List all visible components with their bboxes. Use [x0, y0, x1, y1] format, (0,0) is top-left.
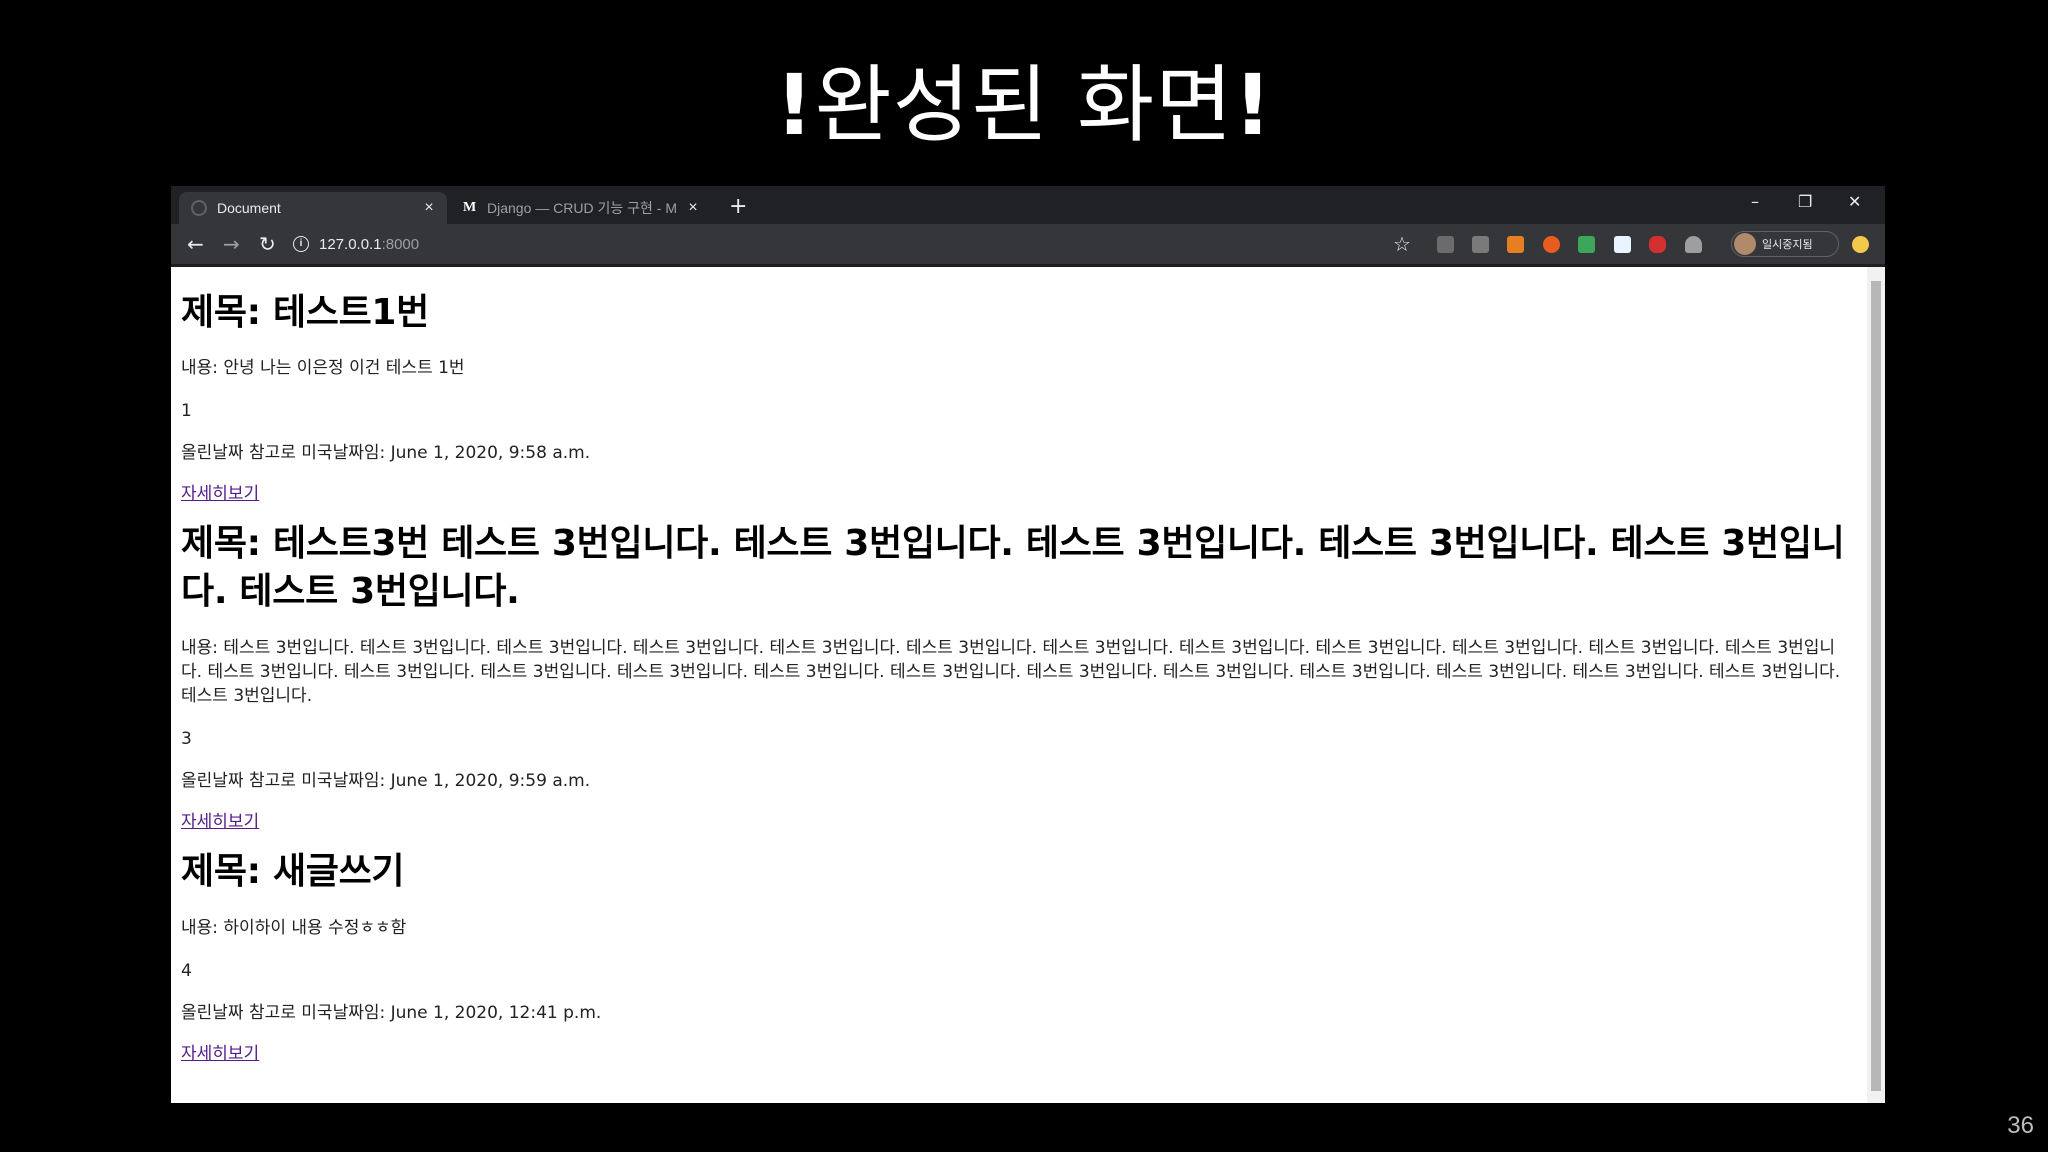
forward-button[interactable]: → [223, 232, 240, 256]
bookmark-star-icon[interactable]: ☆ [1393, 232, 1411, 256]
browser-window: Document × M Django — CRUD 기능 구현 - M × +… [171, 186, 1885, 1103]
tab-label: Document [217, 200, 281, 216]
extension-icon[interactable] [1685, 236, 1702, 253]
post-title: 제목: 테스트3번 테스트 3번입니다. 테스트 3번입니다. 테스트 3번입니… [181, 523, 1845, 612]
extension-icon[interactable] [1472, 236, 1489, 253]
minimize-button[interactable]: – [1751, 192, 1759, 211]
reload-button[interactable]: ↻ [259, 232, 276, 256]
post-title: 제목: 새글쓰기 [181, 851, 405, 892]
detail-link[interactable]: 자세히보기 [181, 482, 259, 506]
slide-page-number: 36 [2007, 1112, 2034, 1139]
tab-bar: Document × M Django — CRUD 기능 구현 - M × +… [171, 186, 1885, 224]
extension-icon[interactable] [1507, 236, 1524, 253]
detail-link[interactable]: 자세히보기 [181, 810, 259, 834]
post-body: 내용: 테스트 3번입니다. 테스트 3번입니다. 테스트 3번입니다. 테스트… [181, 638, 1841, 706]
url-host: 127.0.0.1 [319, 235, 382, 253]
extension-icon[interactable] [1852, 236, 1869, 253]
post-date: 올린날짜 참고로 미국날짜임: June 1, 2020, 9:59 a.m. [181, 771, 591, 791]
back-button[interactable]: ← [187, 232, 204, 256]
page-viewport: 제목: 테스트1번 내용: 안녕 나는 이은정 이건 테스트 1번 1 올린날짜… [171, 264, 1885, 1103]
post-number: 3 [181, 729, 192, 749]
post-list: 제목: 테스트1번 내용: 안녕 나는 이은정 이건 테스트 1번 1 올린날짜… [181, 267, 1845, 1066]
avatar-icon [1734, 233, 1756, 255]
tab-label: Django — CRUD 기능 구현 - M [487, 200, 677, 216]
extension-icon[interactable] [1578, 236, 1595, 253]
tab-django-crud[interactable]: M Django — CRUD 기능 구현 - M × [451, 192, 711, 224]
extension-icon[interactable] [1437, 236, 1454, 253]
post-date: 올린날짜 참고로 미국날짜임: June 1, 2020, 9:58 a.m. [181, 443, 591, 463]
close-icon[interactable]: × [685, 199, 701, 217]
post-title: 제목: 테스트1번 [181, 292, 429, 333]
tab-document[interactable]: Document × [179, 192, 447, 224]
close-icon[interactable]: × [421, 199, 437, 217]
post-body: 내용: 하이하이 내용 수정ㅎㅎ함 [181, 918, 407, 938]
profile-label: 일시중지됨 [1762, 239, 1813, 251]
slide-title: !완성된 화면! [0, 38, 2048, 159]
browser-toolbar: ← → ↻ i 127.0.0.1:8000 ☆ 일시중지됨 [171, 224, 1885, 264]
post-number: 4 [181, 961, 192, 981]
medium-icon: M [463, 200, 477, 215]
detail-link[interactable]: 자세히보기 [181, 1042, 259, 1066]
extension-icon[interactable] [1614, 236, 1631, 253]
close-window-button[interactable]: ✕ [1848, 192, 1861, 211]
slide-title-bang-right: ! [1233, 56, 1273, 154]
post-number: 1 [181, 401, 192, 421]
scrollbar-thumb[interactable] [1871, 281, 1881, 1091]
slide-title-text: 완성된 화면 [814, 56, 1234, 154]
extension-icon[interactable] [1543, 236, 1560, 253]
info-icon[interactable]: i [293, 236, 309, 252]
new-tab-button[interactable]: + [729, 194, 747, 219]
url-port: :8000 [381, 235, 420, 253]
globe-icon [191, 200, 207, 216]
restore-button[interactable]: ❐ [1798, 192, 1812, 211]
extension-icon[interactable] [1649, 236, 1666, 253]
profile-button[interactable]: 일시중지됨 [1731, 231, 1839, 257]
slide-title-bang-left: ! [775, 56, 815, 154]
vertical-scrollbar[interactable] [1867, 267, 1885, 1103]
post-date: 올린날짜 참고로 미국날짜임: June 1, 2020, 12:41 p.m. [181, 1003, 602, 1023]
post-body: 내용: 안녕 나는 이은정 이건 테스트 1번 [181, 358, 465, 378]
